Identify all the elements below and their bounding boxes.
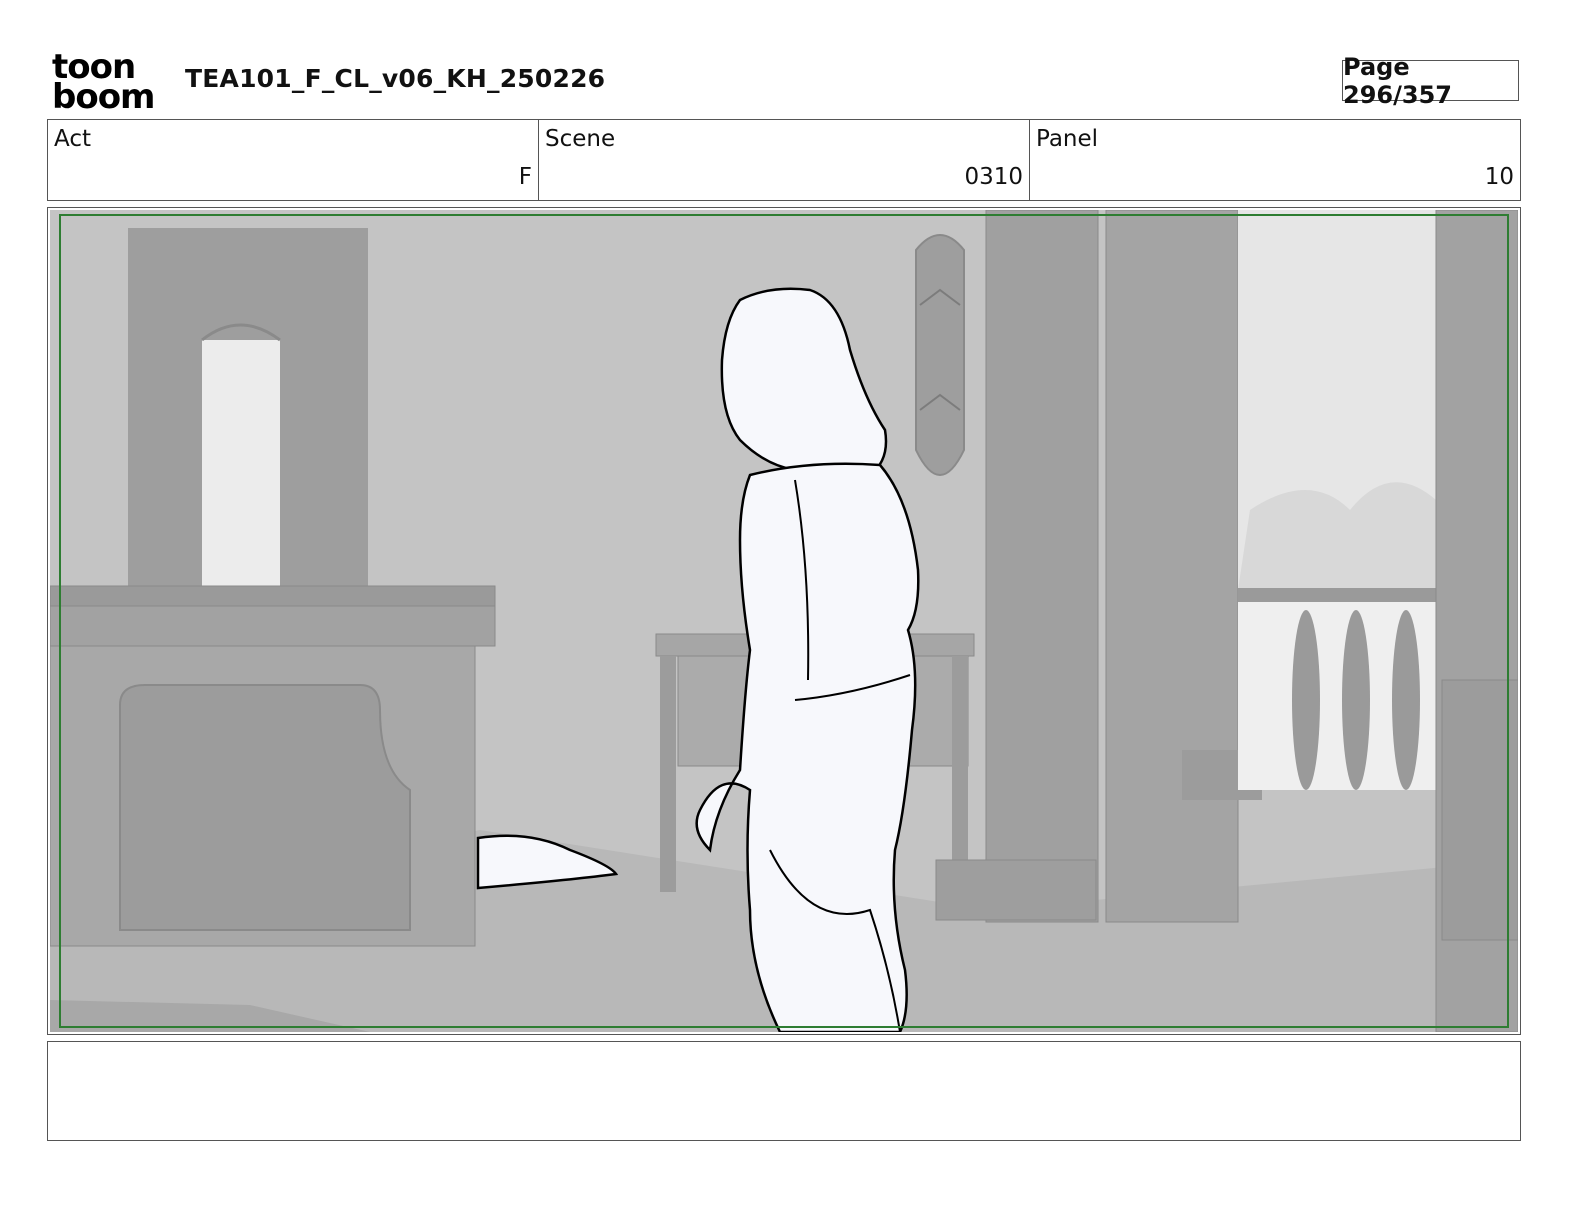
panel-cell: Panel 10 bbox=[1030, 120, 1520, 200]
page-indicator: Page 296/357 bbox=[1342, 53, 1519, 109]
scene-cell: Scene 0310 bbox=[539, 120, 1030, 200]
document-title: TEA101_F_CL_v06_KH_250226 bbox=[185, 64, 606, 93]
scene-value: 0310 bbox=[964, 164, 1023, 190]
info-row: Act F Scene 0310 Panel 10 bbox=[47, 119, 1521, 201]
balustrade-rail bbox=[1238, 588, 1436, 602]
central-pillar bbox=[985, 210, 1099, 923]
panel-drawing bbox=[50, 210, 1518, 1032]
doorway-arch bbox=[1105, 210, 1239, 923]
panel-value: 10 bbox=[1484, 164, 1514, 190]
baluster bbox=[1342, 610, 1370, 790]
logo-line-2: boom bbox=[52, 77, 155, 117]
panel-notes bbox=[47, 1041, 1521, 1141]
baluster bbox=[1292, 610, 1320, 790]
baluster bbox=[1392, 610, 1420, 790]
act-cell: Act F bbox=[48, 120, 539, 200]
act-label: Act bbox=[54, 126, 91, 152]
panel-label: Panel bbox=[1036, 126, 1099, 152]
dresser-panel bbox=[119, 684, 411, 931]
act-value: F bbox=[518, 164, 532, 190]
storyboard-panel bbox=[47, 207, 1521, 1035]
dresser-top bbox=[50, 585, 496, 607]
left-window-opening bbox=[202, 340, 280, 588]
toonboom-logo: toon boom bbox=[52, 50, 164, 117]
wall-lantern bbox=[915, 234, 965, 476]
scene-label: Scene bbox=[545, 126, 616, 152]
